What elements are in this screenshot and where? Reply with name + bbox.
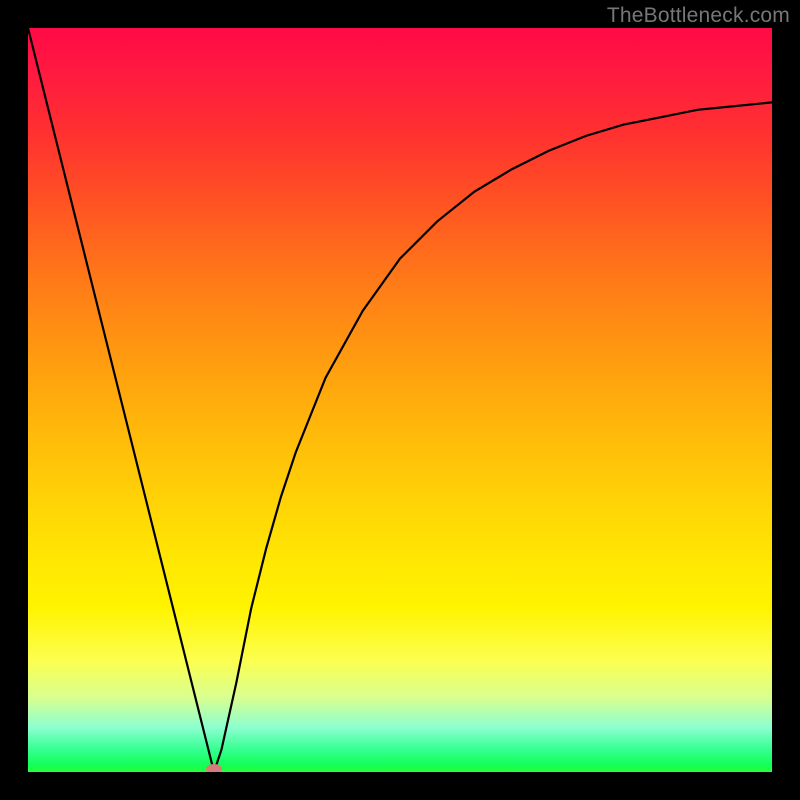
- chart-frame: TheBottleneck.com: [0, 0, 800, 800]
- minimum-marker: [206, 764, 222, 772]
- plot-area: [28, 28, 772, 772]
- bottleneck-curve: [28, 28, 772, 772]
- chart-svg: [28, 28, 772, 772]
- watermark-text: TheBottleneck.com: [607, 4, 790, 28]
